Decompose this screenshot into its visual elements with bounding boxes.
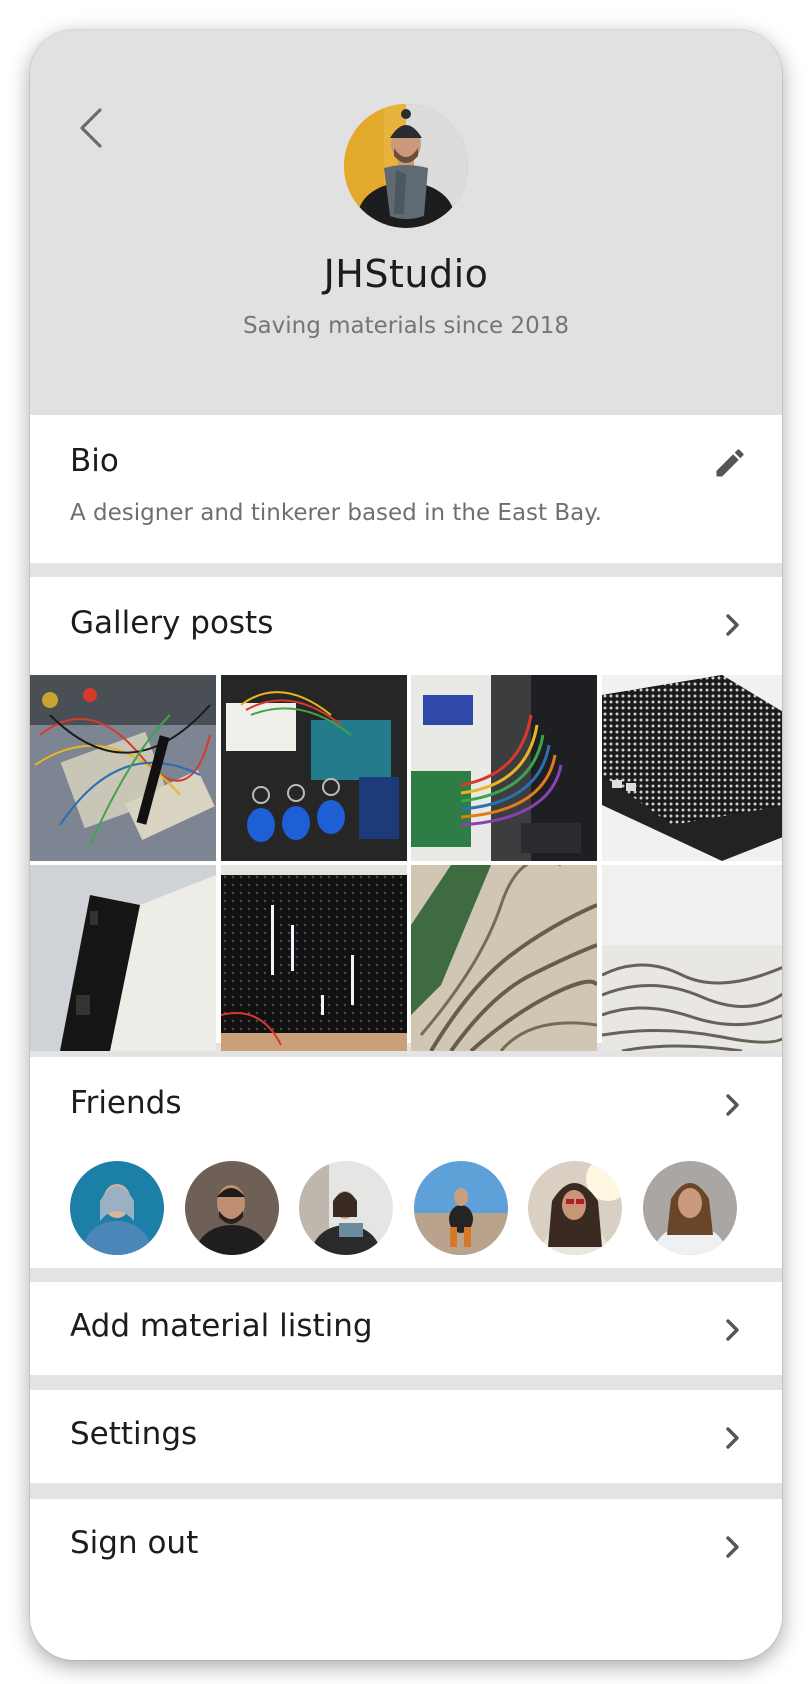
edit-bio-button[interactable]: [712, 445, 748, 481]
gallery-thumbnail[interactable]: [220, 675, 407, 861]
settings-chevron: [718, 1423, 748, 1453]
friend-avatar[interactable]: [414, 1161, 508, 1255]
gallery-thumbnail[interactable]: [30, 675, 216, 861]
gallery-thumbnail[interactable]: [220, 865, 407, 1051]
add-material-listing-item[interactable]: Add material listing: [30, 1282, 782, 1375]
chevron-right-icon: [726, 614, 739, 636]
back-button[interactable]: [64, 100, 120, 156]
sign-out-label: Sign out: [70, 1525, 199, 1561]
bio-title: Bio: [70, 443, 119, 479]
chevron-right-icon: [726, 1094, 739, 1116]
add-material-listing-label: Add material listing: [70, 1308, 373, 1344]
gallery-thumbnail[interactable]: [411, 675, 598, 861]
phone-screen: JHStudio Saving materials since 2018 Bio…: [30, 30, 782, 1660]
bio-section: Bio A designer and tinkerer based in the…: [30, 415, 782, 563]
chevron-right-icon: [726, 1427, 739, 1449]
friend-avatar[interactable]: [643, 1161, 737, 1255]
bio-text: A designer and tinkerer based in the Eas…: [70, 500, 602, 526]
friends-section: Friends: [30, 1057, 782, 1268]
friends-title: Friends: [70, 1085, 182, 1121]
friend-avatar[interactable]: [528, 1161, 622, 1255]
friends-more-button[interactable]: [718, 1090, 748, 1120]
pencil-icon: [716, 449, 744, 477]
gallery-thumbnail[interactable]: [411, 865, 598, 1051]
chevron-left-icon: [80, 108, 102, 148]
settings-item[interactable]: Settings: [30, 1390, 782, 1483]
chevron-right-icon: [726, 1536, 739, 1558]
settings-label: Settings: [70, 1416, 198, 1452]
add-material-listing-chevron: [718, 1315, 748, 1345]
gallery-title: Gallery posts: [70, 605, 274, 641]
gallery-thumbnail[interactable]: [601, 675, 782, 861]
gallery-thumbnail[interactable]: [601, 865, 782, 1051]
profile-header: JHStudio Saving materials since 2018: [30, 30, 782, 415]
friend-avatar[interactable]: [299, 1161, 393, 1255]
friends-list: [70, 1161, 742, 1257]
chevron-right-icon: [726, 1319, 739, 1341]
friend-avatar[interactable]: [185, 1161, 279, 1255]
sign-out-item[interactable]: Sign out: [30, 1499, 782, 1660]
profile-tagline: Saving materials since 2018: [242, 313, 570, 339]
friend-avatar[interactable]: [70, 1161, 164, 1255]
gallery-grid: [30, 675, 782, 1051]
profile-avatar[interactable]: [344, 104, 468, 228]
gallery-more-button[interactable]: [718, 610, 748, 640]
gallery-section: Gallery posts: [30, 577, 782, 1051]
gallery-thumbnail[interactable]: [30, 865, 216, 1051]
profile-name: JHStudio: [323, 252, 489, 296]
sign-out-chevron: [718, 1532, 748, 1562]
